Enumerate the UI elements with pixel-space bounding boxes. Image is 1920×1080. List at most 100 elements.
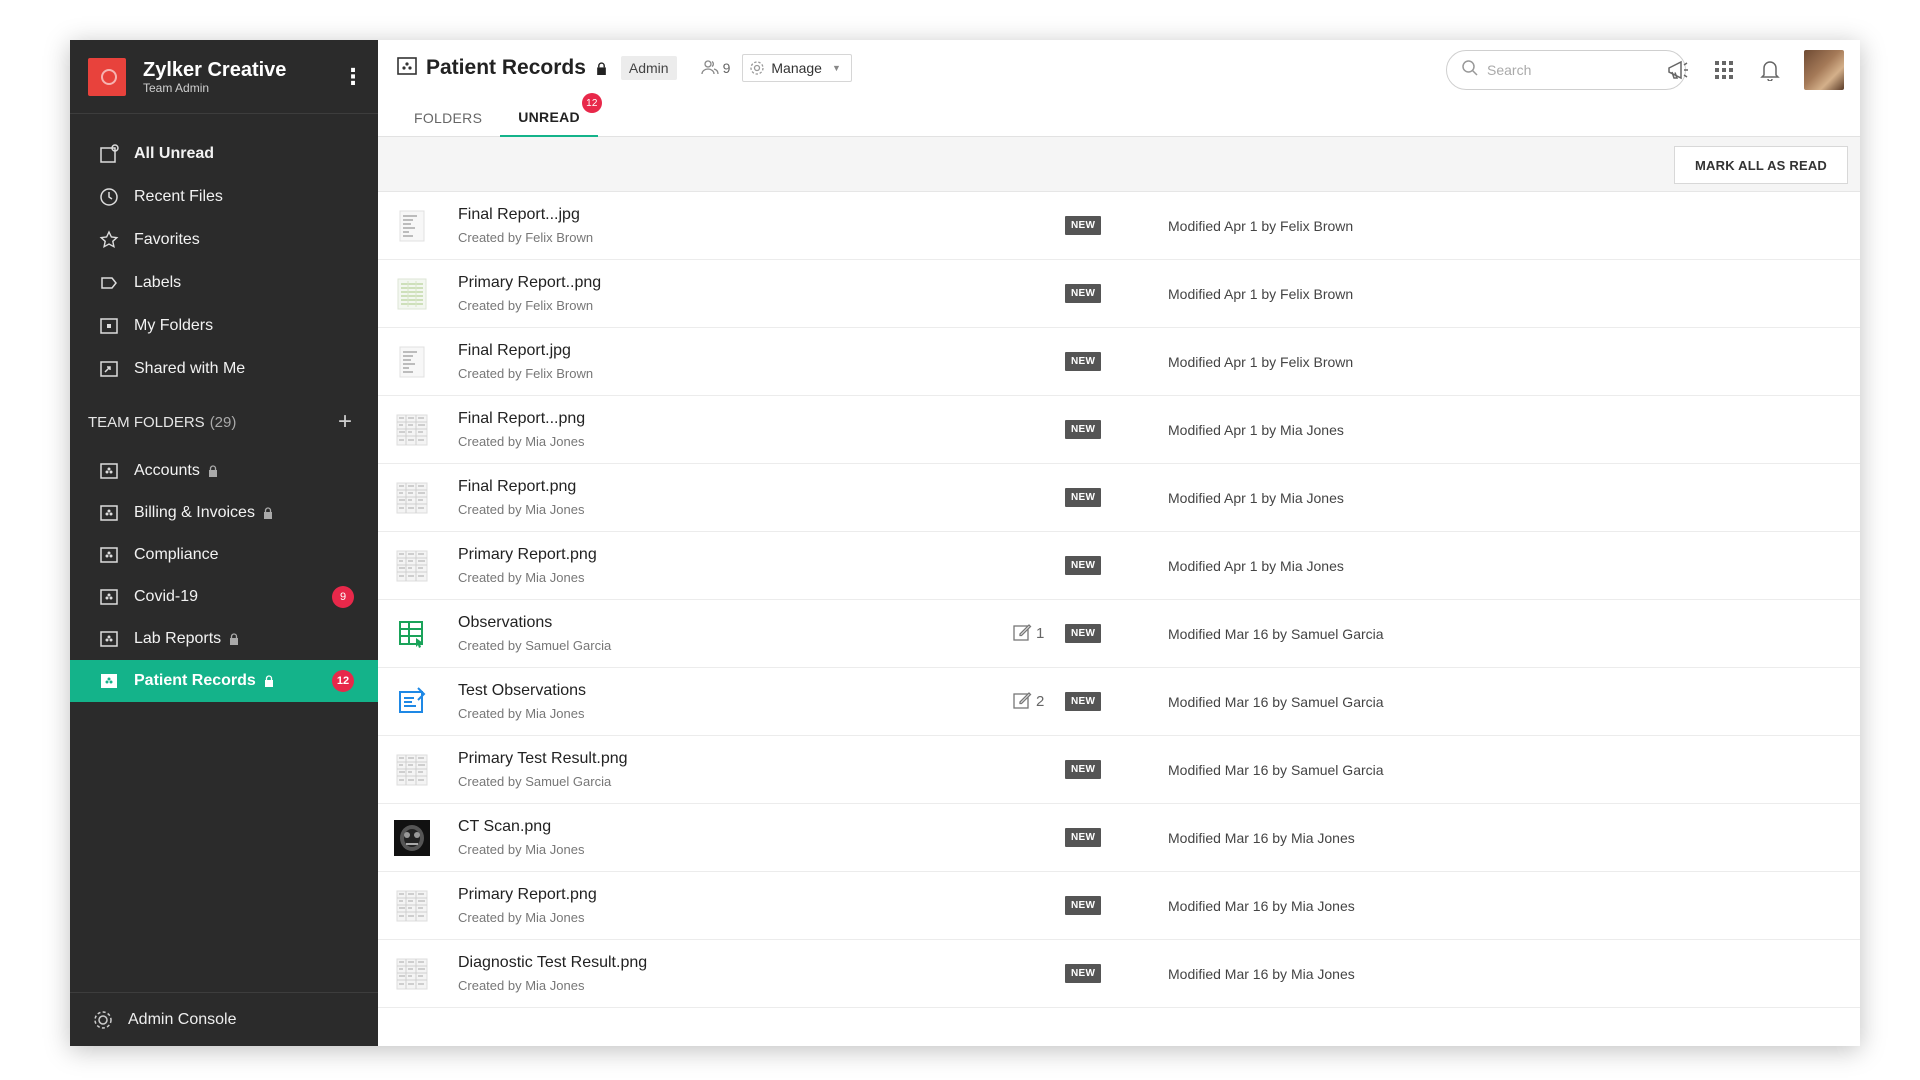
members-count: 9 [722,60,731,76]
avatar[interactable] [1804,50,1844,90]
file-name[interactable]: Final Report...jpg [458,206,1018,224]
team-folder-patient-records[interactable]: Patient Records 12 [70,660,378,702]
file-info: Final Report.jpg Created by Felix Brown [458,342,1018,381]
team-folder-compliance[interactable]: Compliance [70,534,378,576]
team-folder-billing-invoices[interactable]: Billing & Invoices [70,492,378,534]
new-badge: NEW [1065,760,1102,779]
folder-label: Lab Reports [134,630,222,647]
bell-icon[interactable] [1758,58,1782,82]
tab-folders[interactable]: FOLDERS [396,98,500,137]
nav-item-recent-files[interactable]: Recent Files [70,175,378,218]
file-info: Primary Report.png Created by Mia Jones [458,886,1018,925]
file-name[interactable]: Observations [458,614,1018,632]
team-folder-covid-19[interactable]: Covid-19 9 [70,576,378,618]
file-row[interactable]: CT Scan.png Created by Mia Jones NEW Modifi… [378,804,1860,872]
nav-label: Labels [134,273,182,291]
lock-icon [263,507,273,519]
file-name[interactable]: Diagnostic Test Result.png [458,954,1018,972]
file-name[interactable]: Primary Report..png [458,274,1018,292]
file-info: Test Observations Created by Mia Jones [458,682,1018,721]
team-header[interactable]: Zylker Creative Team Admin ⋮ [70,40,378,114]
file-row[interactable]: Diagnostic Test Result.png Created by Mia… [378,940,1860,1008]
file-info: Diagnostic Test Result.png Created by Mia… [458,954,1018,993]
megaphone-icon[interactable] [1666,58,1690,82]
unread-count-badge: 12 [332,670,354,692]
apps-grid-icon[interactable] [1712,58,1736,82]
team-folder-lab-reports[interactable]: Lab Reports [70,618,378,660]
file-name[interactable]: Test Observations [458,682,1018,700]
file-row[interactable]: Final Report...jpg Created by Felix Brown… [378,192,1860,260]
team-folder-accounts[interactable]: Accounts [70,450,378,492]
file-creator: Created by Mia Jones [458,706,585,721]
new-badge: NEW [1065,488,1102,507]
file-row[interactable]: Test Observations Created by Mia Jones 2 NE… [378,668,1860,736]
nav-item-all-unread[interactable]: All Unread [70,132,378,175]
file-thumbnail-icon [394,819,430,856]
file-creator: Created by Felix Brown [458,298,594,313]
team-folder-icon [98,460,120,482]
modified-info: Modified Mar 16 by Mia Jones [1168,965,1355,982]
file-name[interactable]: Primary Report.png [458,546,1018,564]
file-name[interactable]: Primary Test Result.png [458,750,1018,768]
file-name[interactable]: Final Report.jpg [458,342,1018,360]
edit-count-value: 1 [1036,625,1045,642]
modified-info: Modified Apr 1 by Mia Jones [1168,557,1344,574]
tab-label: UNREAD [518,108,580,125]
admin-console-link[interactable]: Admin Console [70,992,378,1046]
new-badge: NEW [1065,896,1102,915]
file-name[interactable]: CT Scan.png [458,818,1018,836]
team-folder-icon [98,502,120,524]
file-row[interactable]: Primary Report.png Created by Mia Jones NE… [378,532,1860,600]
file-name[interactable]: Primary Report.png [458,886,1018,904]
file-row[interactable]: Primary Report.png Created by Mia Jones NE… [378,872,1860,940]
nav-item-shared-with-me[interactable]: Shared with Me [70,347,378,390]
top-icons [1644,50,1844,90]
team-folders-header: TEAM FOLDERS (29) + [70,402,378,442]
chevron-down-icon: ▼ [831,63,841,73]
new-badge: NEW [1065,624,1102,643]
file-row[interactable]: Observations Created by Samuel Garcia 1 NEW… [378,600,1860,668]
edit-count[interactable]: 2 [1008,690,1044,714]
search-input[interactable] [1487,62,1667,78]
members-button[interactable]: 9 [697,59,731,78]
nav-item-labels[interactable]: Labels [70,261,378,304]
new-badge: NEW [1065,352,1102,371]
mark-all-read-button[interactable]: MARK ALL AS READ [1674,146,1848,184]
nav-item-my-folders[interactable]: My Folders [70,304,378,347]
file-name[interactable]: Final Report...png [458,410,1018,428]
nav-item-favorites[interactable]: Favorites [70,218,378,261]
modified-info: Modified Apr 1 by Mia Jones [1168,421,1344,438]
tab-unread[interactable]: UNREAD 12 [500,93,602,137]
file-thumbnail-icon [394,344,430,380]
file-row[interactable]: Final Report.jpg Created by Felix Brown NE… [378,328,1860,396]
manage-dropdown[interactable]: Manage ▼ [742,54,852,82]
manage-label: Manage [771,60,822,76]
gear-icon [92,1009,114,1031]
team-folder-icon [98,670,120,692]
nav-label: Shared with Me [134,359,246,377]
modified-info: Modified Apr 1 by Felix Brown [1168,285,1354,302]
file-row[interactable]: Final Report.png Created by Mia Jones NEW M… [378,464,1860,532]
edit-count[interactable]: 1 [1008,622,1044,646]
nav-label: All Unread [134,144,215,162]
more-options-icon[interactable]: ⋮ [342,65,364,88]
file-thumbnail-icon [394,616,430,652]
tab-label: FOLDERS [414,109,483,126]
file-thumbnail-icon [394,480,430,516]
file-info: CT Scan.png Created by Mia Jones [458,818,1018,857]
file-creator: Created by Mia Jones [458,570,585,585]
file-info: Primary Report..png Created by Felix Brow… [458,274,1018,313]
file-row[interactable]: Primary Report..png Created by Felix Brow… [378,260,1860,328]
search-icon [1461,59,1479,82]
clock-icon [98,186,120,208]
add-team-folder-icon[interactable]: + [338,408,352,436]
users-icon [700,59,719,78]
unread-icon [98,143,120,165]
folder-label: Patient Records [134,672,256,689]
file-name[interactable]: Final Report.png [458,478,1018,496]
team-folder-icon [396,55,418,82]
file-row[interactable]: Final Report...png Created by Mia Jones NE… [378,396,1860,464]
page-title: Patient Records [426,56,586,79]
file-row[interactable]: Primary Test Result.png Created by Samuel… [378,736,1860,804]
unread-count-badge: 12 [581,93,602,113]
